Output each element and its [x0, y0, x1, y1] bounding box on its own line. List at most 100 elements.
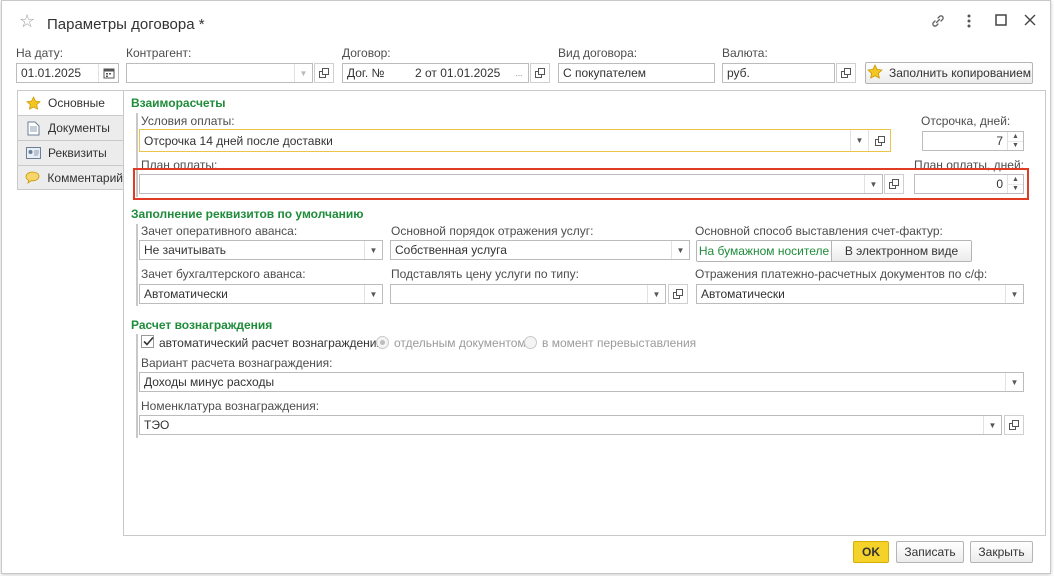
payment-plan-dropdown-icon[interactable]: ▼ — [864, 175, 882, 193]
contract-value-suffix: 2 от 01.01.2025 — [415, 66, 501, 80]
settlements-section-title: Взаиморасчеты — [131, 96, 226, 110]
reward-section-title: Расчет вознаграждения — [131, 318, 273, 332]
date-value: 01.01.2025 — [21, 66, 82, 80]
payment-plan-open-icon[interactable] — [884, 174, 904, 194]
contractor-open-icon[interactable] — [314, 63, 334, 83]
payment-docs-dropdown-icon[interactable]: ▼ — [1005, 285, 1023, 303]
currency-open-icon[interactable] — [836, 63, 856, 83]
contract-select-ellipsis[interactable]: ... — [510, 64, 528, 82]
service-order-select[interactable]: Собственная услуга ▼ — [390, 240, 690, 260]
currency-input[interactable]: руб. — [722, 63, 835, 83]
acc-advance-dropdown-icon[interactable]: ▼ — [364, 285, 382, 303]
fill-copy-button[interactable]: Заполнить копированием — [865, 62, 1033, 84]
contractor-label: Контрагент: — [126, 46, 192, 60]
contract-label: Договор: — [342, 46, 391, 60]
delay-days-spinner[interactable]: ▲ ▼ — [1007, 132, 1023, 150]
nomenclature-value: ТЭО — [144, 418, 170, 432]
dialog-window: ☆ Параметры договора * На дату: 01.01.20… — [1, 0, 1051, 574]
maximize-icon[interactable] — [995, 14, 1007, 29]
spin-up-icon[interactable]: ▲ — [1008, 175, 1023, 185]
date-label: На дату: — [16, 46, 64, 60]
auto-calc-checkbox[interactable] — [141, 335, 154, 348]
contract-type-value: С покупателем — [563, 66, 647, 80]
payment-terms-value: Отсрочка 14 дней после доставки — [144, 133, 333, 148]
service-order-value: Собственная услуга — [395, 243, 507, 257]
save-button[interactable]: Записать — [896, 541, 964, 563]
invoice-method-switch: На бумажном носителе В электронном виде — [696, 240, 972, 262]
favorite-star-icon[interactable]: ☆ — [19, 12, 35, 30]
nomenclature-dropdown-icon[interactable]: ▼ — [983, 416, 1001, 434]
spin-down-icon[interactable]: ▼ — [1008, 185, 1023, 194]
payment-terms-input[interactable]: Отсрочка 14 дней после доставки ▼ — [139, 129, 891, 152]
spin-down-icon[interactable]: ▼ — [1008, 142, 1023, 151]
advance-label: Зачет оперативного аванса: — [141, 224, 298, 238]
option-rebill-label: в момент перевыставления — [542, 336, 697, 350]
link-icon[interactable] — [930, 13, 946, 32]
advance-dropdown-icon[interactable]: ▼ — [364, 241, 382, 259]
currency-label: Валюта: — [722, 46, 768, 60]
plan-days-spinner[interactable]: ▲ ▼ — [1007, 175, 1023, 193]
ok-button[interactable]: OK — [853, 541, 889, 563]
contract-input[interactable]: Дог. № 2 от 01.01.2025 ... — [342, 63, 529, 83]
option-separate-radio[interactable] — [376, 336, 389, 349]
advance-select[interactable]: Не зачитывать ▼ — [139, 240, 383, 260]
tab-documents-label: Документы — [48, 121, 110, 135]
document-icon — [24, 121, 42, 136]
tab-content-panel — [123, 90, 1046, 536]
tab-comment[interactable]: Комментарий — [17, 165, 124, 190]
plan-days-value: 0 — [996, 177, 1003, 191]
acc-advance-select[interactable]: Автоматически ▼ — [139, 284, 383, 304]
contract-value-prefix: Дог. № — [347, 66, 385, 80]
contractor-input[interactable]: ▼ — [126, 63, 313, 83]
tab-main[interactable]: Основные — [17, 90, 125, 115]
payment-plan-input[interactable]: ▼ — [139, 174, 883, 194]
acc-advance-value: Автоматически — [144, 287, 228, 301]
spin-up-icon[interactable]: ▲ — [1008, 132, 1023, 142]
fill-copy-label: Заполнить копированием — [888, 66, 1032, 80]
close-button[interactable]: Закрыть — [970, 541, 1033, 563]
payment-terms-label: Условия оплаты: — [141, 114, 235, 128]
payment-docs-value: Автоматически — [701, 287, 785, 301]
price-type-dropdown-icon[interactable]: ▼ — [647, 285, 665, 303]
currency-value: руб. — [727, 66, 750, 80]
star-icon — [24, 95, 42, 111]
defaults-section-bar — [136, 224, 138, 306]
service-order-dropdown-icon[interactable]: ▼ — [671, 241, 689, 259]
tab-requisites[interactable]: Реквизиты — [17, 140, 124, 165]
defaults-section-title: Заполнение реквизитов по умолчанию — [131, 207, 364, 221]
delay-days-value: 7 — [996, 134, 1003, 148]
fill-star-icon — [867, 63, 883, 83]
date-input[interactable]: 01.01.2025 — [16, 63, 119, 83]
contractor-dropdown-icon[interactable]: ▼ — [294, 64, 312, 82]
price-type-open-icon[interactable] — [668, 284, 688, 304]
delay-days-label: Отсрочка, дней: — [921, 114, 1011, 128]
variant-dropdown-icon[interactable]: ▼ — [1005, 373, 1023, 391]
comment-icon — [24, 171, 41, 184]
plan-days-input[interactable]: 0 ▲ ▼ — [914, 174, 1024, 194]
contract-open-icon[interactable] — [530, 63, 550, 83]
calendar-icon[interactable] — [98, 64, 118, 82]
payment-docs-label: Отражения платежно-расчетных документов … — [695, 267, 988, 281]
invoice-electronic-option[interactable]: В электронном виде — [831, 241, 971, 261]
payment-terms-open-icon[interactable] — [868, 130, 890, 151]
nomenclature-input[interactable]: ТЭО ▼ — [139, 415, 1002, 435]
advance-value: Не зачитывать — [144, 243, 227, 257]
close-icon[interactable] — [1024, 14, 1036, 29]
acc-advance-label: Зачет бухгалтерского аванса: — [141, 267, 306, 281]
option-rebill-radio[interactable] — [524, 336, 537, 349]
invoice-paper-option[interactable]: На бумажном носителе — [697, 241, 832, 261]
reward-section-bar — [136, 334, 138, 438]
nomenclature-open-icon[interactable] — [1004, 415, 1024, 435]
price-type-select[interactable]: ▼ — [390, 284, 666, 304]
service-order-label: Основной порядок отражения услуг: — [391, 224, 594, 238]
payment-terms-dropdown-icon[interactable]: ▼ — [850, 130, 868, 151]
contract-type-input: С покупателем — [558, 63, 715, 83]
more-menu-icon[interactable] — [966, 13, 972, 32]
payment-docs-select[interactable]: Автоматически ▼ — [696, 284, 1024, 304]
invoice-method-label: Основной способ выставления счет-фактур: — [695, 224, 943, 238]
price-type-label: Подставлять цену услуги по типу: — [391, 267, 579, 281]
delay-days-input[interactable]: 7 ▲ ▼ — [922, 131, 1024, 151]
tab-list: Основные Документы Реквизиты Комментарий — [17, 90, 125, 190]
variant-select[interactable]: Доходы минус расходы ▼ — [139, 372, 1024, 392]
tab-documents[interactable]: Документы — [17, 115, 124, 140]
